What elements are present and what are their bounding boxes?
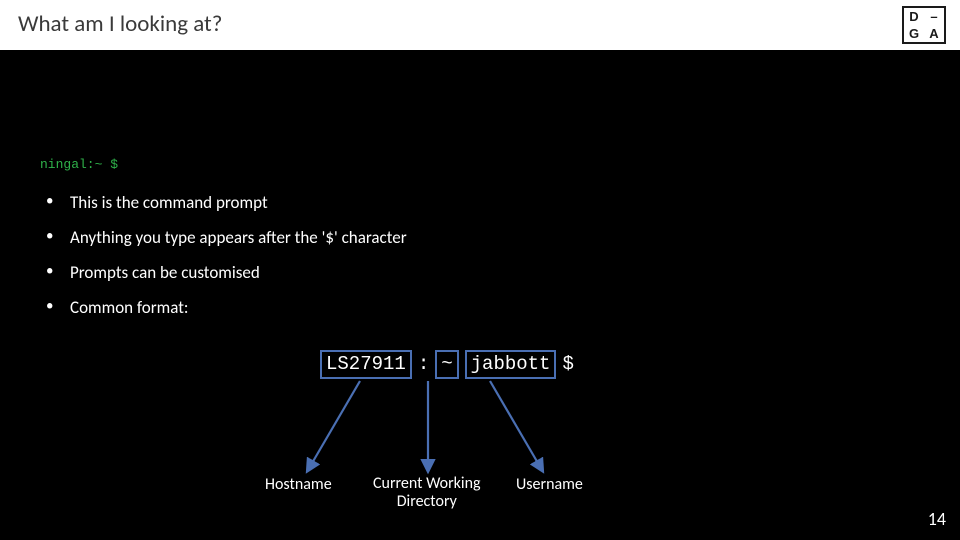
colon: : [418,353,429,375]
arrows-diagram [260,375,660,480]
dollar: $ [562,353,573,375]
prompt-demo-text: ningal:~ $ [40,157,118,172]
label-cwd-line2: Directory [397,492,457,511]
bullet-item: This is the command prompt [44,192,407,213]
logo-br: A [924,25,944,42]
label-username: Username [516,475,583,494]
bullet-list: This is the command prompt Anything you … [44,192,407,332]
slide-body: ningal:~ $ This is the command prompt An… [0,50,960,540]
bullet-item: Common format: [44,297,407,318]
page-number: 14 [928,508,946,530]
logo-tl: D [904,8,924,25]
logo: D – G A [902,6,946,44]
label-cwd-line1: Current Working [373,474,481,493]
logo-bl: G [904,25,924,42]
bullet-item: Anything you type appears after the '$' … [44,227,407,248]
logo-tr: – [924,8,944,25]
label-cwd: Current Working Directory [373,475,481,512]
bullet-item: Prompts can be customised [44,262,407,283]
slide-title: What am I looking at? [18,10,942,38]
title-bar: What am I looking at? D – G A [0,0,960,50]
label-hostname: Hostname [265,475,332,494]
